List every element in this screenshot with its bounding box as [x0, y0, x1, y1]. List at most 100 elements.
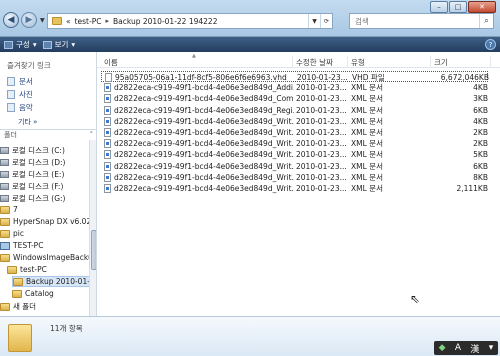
item-count: 11개 항목: [50, 324, 83, 333]
arrow-right-icon: ▶: [25, 15, 33, 25]
file-row[interactable]: d2822eca-c919-49f1-bcd4-4e06e3ed849d_Wri…: [101, 183, 488, 194]
favorite-documents[interactable]: 문서: [7, 76, 33, 87]
file-row[interactable]: d2822eca-c919-49f1-bcd4-4e06e3ed849d_Wri…: [101, 149, 488, 160]
tree-folder-windowsimagebackup[interactable]: WindowsImageBackup: [0, 253, 96, 262]
recent-pages-dropdown[interactable]: ▼: [40, 17, 45, 24]
close-button[interactable]: ✕: [468, 1, 496, 13]
file-row[interactable]: d2822eca-c919-49f1-bcd4-4e06e3ed849d_Wri…: [101, 172, 488, 183]
tree-folder-catalog[interactable]: Catalog: [12, 289, 54, 298]
help-button[interactable]: ?: [485, 39, 496, 50]
folder-icon: [7, 265, 17, 274]
pictures-icon: [7, 90, 15, 99]
file-row[interactable]: d2822eca-c919-49f1-bcd4-4e06e3ed849d_Reg…: [101, 105, 488, 116]
mouse-pointer-icon: ⇖: [410, 292, 421, 306]
tree-drive-g[interactable]: 로컬 디스크 (G:): [0, 193, 65, 204]
file-name: d2822eca-c919-49f1-bcd4-4e06e3ed849d_Wri…: [114, 161, 294, 171]
folders-header[interactable]: 폴더 ˄: [0, 129, 96, 140]
tree-drive-c[interactable]: 로컬 디스크 (C:): [0, 145, 65, 156]
folder-icon: [0, 217, 10, 226]
file-list: ▲ 이름 수정한 날짜 유형 크기 95a05705-06a1-11df-8cf…: [97, 52, 500, 316]
tree-drive-e[interactable]: 로컬 디스크 (E:): [0, 169, 64, 180]
file-name-cell: d2822eca-c919-49f1-bcd4-4e06e3ed849d_Com…: [104, 93, 294, 104]
navigation-buttons: ◀ ▶ ▼: [3, 12, 45, 28]
file-row[interactable]: d2822eca-c919-49f1-bcd4-4e06e3ed849d_Add…: [101, 82, 488, 93]
address-bar[interactable]: « test-PC ▸ Backup 2010-01-22 194222 ▼ ⟳: [47, 13, 333, 29]
tree-folder-test-pc[interactable]: test-PC: [7, 265, 47, 274]
file-name: d2822eca-c919-49f1-bcd4-4e06e3ed849d_Wri…: [114, 139, 294, 149]
breadcrumb-test-pc[interactable]: test-PC: [75, 17, 102, 26]
tree-drive-d[interactable]: 로컬 디스크 (D:): [0, 157, 65, 168]
address-dropdown-button[interactable]: ▼: [308, 14, 320, 28]
back-button[interactable]: ◀: [3, 12, 19, 28]
file-date: 2010-01-23...: [296, 128, 346, 137]
tree-drive-f[interactable]: 로컬 디스크 (F:): [0, 181, 63, 192]
file-row[interactable]: d2822eca-c919-49f1-bcd4-4e06e3ed849d_Wri…: [101, 161, 488, 172]
ime-hanja[interactable]: 漢: [470, 342, 479, 355]
file-size: 2KB: [473, 128, 488, 137]
address-overflow[interactable]: «: [66, 17, 71, 26]
file-name-cell: d2822eca-c919-49f1-bcd4-4e06e3ed849d_Wri…: [104, 172, 294, 183]
tree-folder-pic[interactable]: pic: [0, 229, 24, 238]
file-row[interactable]: d2822eca-c919-49f1-bcd4-4e06e3ed849d_Com…: [101, 93, 488, 104]
file-size: 8KB: [473, 172, 488, 182]
column-name[interactable]: 이름: [101, 56, 293, 68]
column-size[interactable]: 크기: [431, 56, 491, 68]
file-name: d2822eca-c919-49f1-bcd4-4e06e3ed849d_Reg…: [114, 105, 294, 115]
file-date: 2010-01-23...: [296, 116, 346, 126]
breadcrumb-backup[interactable]: Backup 2010-01-22 194222: [113, 17, 217, 26]
ime-toolbar[interactable]: ◆ A 漢 ▾: [434, 341, 498, 355]
file-name: d2822eca-c919-49f1-bcd4-4e06e3ed849d_Wri…: [114, 150, 294, 160]
file-name-cell: d2822eca-c919-49f1-bcd4-4e06e3ed849d_Wri…: [104, 138, 294, 149]
xml-file-icon: [104, 83, 111, 93]
file-row[interactable]: d2822eca-c919-49f1-bcd4-4e06e3ed849d_Wri…: [101, 138, 488, 149]
more-links[interactable]: 기타 »: [18, 117, 37, 127]
favorite-links-title: 즐겨찾기 링크: [7, 61, 51, 70]
minimize-button[interactable]: –: [430, 1, 448, 13]
file-name: d2822eca-c919-49f1-bcd4-4e06e3ed849d_Wri…: [114, 128, 294, 137]
drive-icon: [0, 147, 9, 154]
xml-file-icon: [104, 94, 111, 104]
refresh-button[interactable]: ⟳: [320, 14, 332, 28]
chevron-right-icon[interactable]: ▸: [105, 17, 109, 25]
favorite-music[interactable]: 음악: [7, 102, 33, 113]
file-row[interactable]: d2822eca-c919-49f1-bcd4-4e06e3ed849d_Wri…: [101, 127, 488, 138]
ime-status-icon[interactable]: ◆: [439, 343, 446, 353]
xml-file-icon: [104, 161, 111, 171]
ime-options-icon[interactable]: ▾: [489, 343, 494, 353]
file-date: 2010-01-23...: [296, 139, 346, 149]
computer-icon: [0, 241, 10, 250]
folders-title: 폴더: [4, 131, 17, 139]
column-type[interactable]: 유형: [348, 56, 431, 68]
maximize-button[interactable]: □: [449, 1, 467, 13]
search-icon[interactable]: ⌕: [479, 14, 493, 28]
vhd-file-icon: [105, 73, 112, 82]
file-name: 95a05705-06a1-11df-8cf5-806e6f6e6963.vhd: [115, 73, 287, 82]
views-icon: [42, 40, 52, 49]
file-size: 6KB: [473, 161, 488, 171]
file-row[interactable]: d2822eca-c919-49f1-bcd4-4e06e3ed849d_Wri…: [101, 116, 488, 127]
tree-folder-7[interactable]: 7: [0, 205, 18, 214]
file-row[interactable]: 95a05705-06a1-11df-8cf5-806e6f6e6963.vhd…: [101, 71, 489, 82]
file-type: XML 문서: [351, 83, 383, 93]
file-date: 2010-01-23...: [296, 105, 346, 115]
search-input[interactable]: 검색 ⌕: [349, 13, 494, 29]
drive-icon: [0, 159, 9, 166]
column-date[interactable]: 수정한 날짜: [293, 56, 348, 68]
forward-button[interactable]: ▶: [21, 12, 37, 28]
file-name-cell: d2822eca-c919-49f1-bcd4-4e06e3ed849d_Wri…: [104, 127, 294, 138]
documents-icon: [7, 77, 15, 86]
tree-folder-new[interactable]: 새 폴더: [0, 301, 36, 312]
tree-folder-hypersnap[interactable]: HyperSnap DX v6.02: [0, 217, 91, 226]
views-menu[interactable]: 보기 ▾: [42, 39, 75, 50]
favorite-pictures[interactable]: 사진: [7, 89, 33, 100]
ime-mode[interactable]: A: [455, 343, 461, 353]
organize-menu[interactable]: 구성 ▾: [4, 39, 37, 50]
tree-test-pc[interactable]: TEST-PC: [0, 241, 43, 250]
file-size: 2,111KB: [456, 184, 488, 193]
file-type: XML 문서: [351, 94, 383, 104]
file-name-cell: d2822eca-c919-49f1-bcd4-4e06e3ed849d_Reg…: [104, 105, 294, 116]
tree-folder-backup-selected[interactable]: Backup 2010-01-: [12, 276, 93, 287]
file-name: d2822eca-c919-49f1-bcd4-4e06e3ed849d_Wri…: [114, 116, 294, 126]
tree-scrollbar[interactable]: [89, 140, 96, 316]
drive-icon: [0, 183, 9, 190]
